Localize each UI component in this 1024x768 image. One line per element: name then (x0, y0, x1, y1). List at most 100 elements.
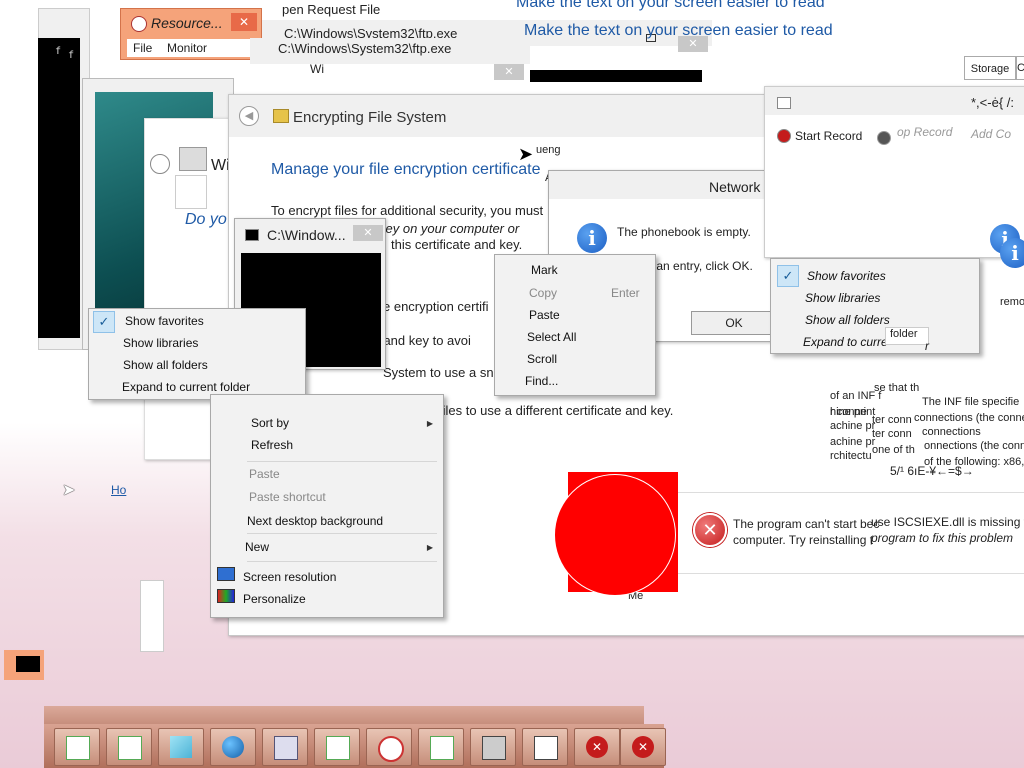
taskbar-button-3[interactable] (158, 728, 204, 766)
error-line2: computer. Try reinstalling t (733, 533, 874, 547)
taskbar-button-6[interactable] (314, 728, 360, 766)
error-dialog[interactable]: ✕ The program can't start bec use ISCSIE… (660, 492, 1024, 574)
start-record-button[interactable]: Start Record (795, 129, 862, 143)
ftp-window-2[interactable]: C:\Windows\System32\ftp.exe (250, 38, 530, 64)
open-request-title: pen Request File (282, 2, 381, 17)
efs-para-line3: this certificate and key. (391, 237, 523, 252)
menu-item-mark[interactable]: Mark (495, 260, 655, 281)
menu-item-show-all-folders-right[interactable]: Show all folders (771, 310, 979, 331)
network-titlebar: Network (549, 171, 779, 199)
overlap-fragment-r: r (925, 339, 929, 353)
menu-item-paste-shortcut[interactable]: Paste shortcut (211, 487, 443, 508)
wizard-title-icon (179, 147, 207, 171)
console-small-close-icon[interactable]: ✕ (353, 225, 383, 241)
ease-text-2[interactable]: Make the text on your screen easier to r… (524, 22, 833, 40)
error-line1: The program can't start bec (733, 517, 880, 531)
menu-item-personalize[interactable]: Personalize (211, 589, 443, 610)
menu-item-screen-resolution[interactable]: Screen resolution (211, 567, 443, 588)
menu-monitor[interactable]: Monitor (167, 41, 207, 55)
steps-recorder-garbled: *,<-ė{ /: (971, 95, 1014, 110)
menu-item-scroll[interactable]: Scroll (495, 349, 655, 370)
menu-item-refresh[interactable]: Refresh (211, 435, 443, 456)
menu-item-paste[interactable]: Paste (211, 464, 443, 485)
error-icon: ✕ (586, 736, 608, 758)
black-block-fragment (16, 656, 40, 672)
menu-separator-3 (247, 561, 437, 562)
menu-item-copy[interactable]: Copy Enter (495, 283, 655, 304)
console-small-title: C:\Window... (267, 227, 346, 243)
menu-item-expand-right[interactable]: Expand to curre (771, 332, 979, 353)
taskbar-button-4[interactable] (210, 728, 256, 766)
wizard-title-fragment: Wi (211, 157, 230, 174)
menu-item-show-favorites[interactable]: Show favorites (89, 311, 305, 332)
error-icon: ✕ (632, 736, 654, 758)
notepad-icon (170, 736, 192, 758)
error-line1b: use ISCSIEXE.dll is missing f (871, 515, 1024, 529)
wizard-placeholder-box (175, 175, 207, 209)
taskbar-button-2[interactable] (106, 728, 152, 766)
efs-para-line1: To encrypt files for additional security… (271, 203, 544, 218)
info-icon: i (577, 223, 607, 253)
efs-line-files: files to use a different certificate and… (439, 403, 674, 418)
console-fragment-top (530, 70, 702, 82)
inf-left-2: hine print (830, 406, 876, 418)
menu-separator (247, 461, 437, 462)
efs-heading: Manage your file encryption certificate (271, 161, 541, 178)
inf-text-panel: of an INF f r conne hine print achine pr… (826, 378, 1024, 486)
network-message: The phonebook is empty. (617, 225, 751, 239)
mouse-cursor-icon-2: ➤ (62, 482, 76, 499)
error-icon: ✕ (693, 513, 727, 547)
ease-banner-1: Make the text on your screen easier to r… (512, 0, 842, 16)
network-ok-button[interactable]: OK (691, 311, 777, 335)
menu-item-new[interactable]: New ▶ (211, 537, 443, 558)
stop-record-icon (877, 131, 891, 145)
taskbar-button-11[interactable]: ✕ (574, 728, 620, 766)
menu-file[interactable]: File (133, 41, 152, 55)
stop-record-button[interactable]: op Record (897, 125, 952, 139)
menu-item-show-favorites-right[interactable]: Show favorites (771, 266, 979, 287)
steps-recorder-app-icon (777, 97, 791, 109)
console-context-menu: Mark Copy Enter Paste Select All Scroll … (494, 254, 656, 396)
menu-item-next-desktop-background[interactable]: Next desktop background (211, 511, 443, 532)
open-request-window[interactable]: pen Request File (262, 0, 512, 20)
inf-left-4: achine pr (830, 436, 876, 448)
storage-tab[interactable]: Storage (964, 56, 1016, 80)
wizard-question-fragment: Do yo (185, 211, 227, 228)
taskbar-button-7[interactable] (366, 728, 412, 766)
resource-monitor-icon (131, 16, 147, 32)
menu-item-show-libraries[interactable]: Show libraries (89, 333, 305, 354)
console-strip-chars: f (55, 46, 62, 57)
back-arrow-icon[interactable]: ◀ (239, 106, 259, 126)
ftp-window-2-title: C:\Windows\System32\ftp.exe (278, 41, 452, 56)
menu-item-sort-by[interactable]: Sort by ▶ (211, 413, 443, 434)
explorer-icon (274, 736, 298, 760)
window-icon (430, 736, 454, 760)
menu-item-show-all-folders[interactable]: Show all folders (89, 355, 305, 376)
taskbar-button-5[interactable] (262, 728, 308, 766)
close-icon-fragment[interactable]: ✕ (494, 64, 524, 80)
ease-text-1[interactable]: Make the text on your screen easier to r… (516, 0, 825, 12)
menu-item-select-all[interactable]: Select All (495, 327, 655, 348)
red-circle (554, 474, 676, 596)
gauge-icon (378, 736, 404, 762)
inf-right-3: onnections (the conn (924, 440, 1024, 452)
taskbar-button-12[interactable]: ✕ (620, 728, 666, 766)
resource-monitor-close-icon[interactable]: ✕ (231, 13, 257, 31)
efs-para-line2: key on your computer or (379, 221, 520, 236)
wizard-back-button[interactable] (150, 154, 170, 174)
efs-line-system: System to use a sn (383, 365, 494, 380)
taskbar-button-1[interactable] (54, 728, 100, 766)
add-comment-button[interactable]: Add Co (971, 127, 1011, 141)
menu-item-show-libraries-right[interactable]: Show libraries (771, 288, 979, 309)
overlap-folder-label: folder (885, 327, 929, 345)
taskbar-button-8[interactable] (418, 728, 464, 766)
steps-recorder-window[interactable]: *,<-ė{ /: Start Record op Record Add Co (764, 86, 1024, 258)
menu-item-find[interactable]: Find... (495, 371, 655, 392)
taskbar-button-9[interactable] (470, 728, 516, 766)
resource-monitor-window[interactable]: Resource... ✕ File Monitor (120, 8, 262, 60)
efs-link-fragment[interactable]: Ho (111, 483, 126, 497)
taskbar-button-10[interactable] (522, 728, 568, 766)
desktop-context-menu: Sort by ▶ Refresh Paste Paste shortcut Ne… (210, 394, 444, 618)
menu-item-paste-console[interactable]: Paste (495, 305, 655, 326)
storage-tab-2[interactable]: C (1016, 56, 1024, 80)
